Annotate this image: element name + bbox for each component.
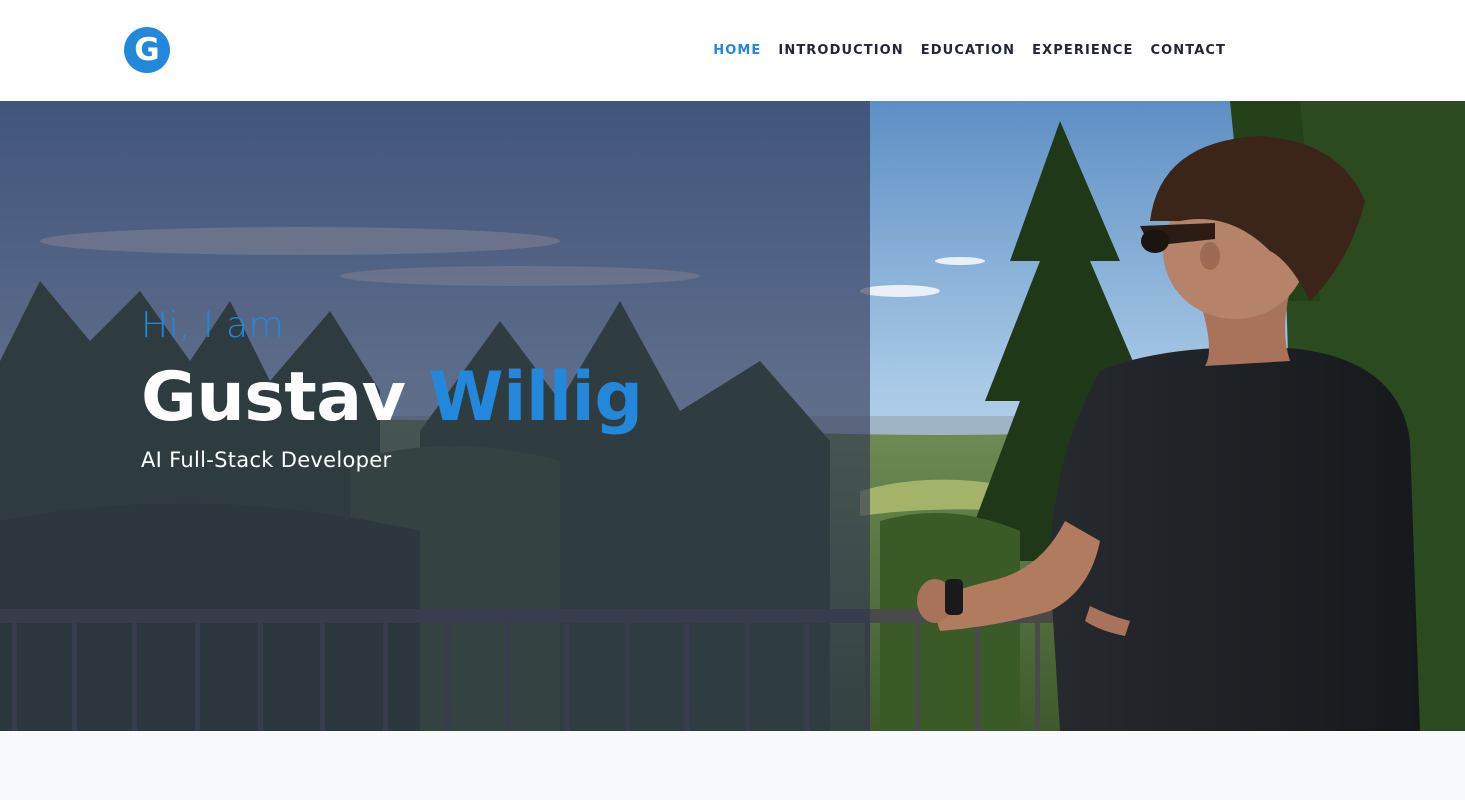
- site-header: G HOME INTRODUCTION EDUCATION EXPERIENCE…: [0, 0, 1465, 101]
- hero-last-name: Willig: [428, 358, 643, 437]
- nav-experience[interactable]: EXPERIENCE: [1032, 43, 1133, 58]
- hero-intro: Hi, I am Gustav Willig AI Full-Stack Dev…: [141, 304, 643, 474]
- hero-greeting: Hi, I am: [141, 305, 285, 346]
- nav-contact[interactable]: CONTACT: [1151, 43, 1227, 58]
- nav-home[interactable]: HOME: [713, 43, 761, 58]
- main-nav: HOME INTRODUCTION EDUCATION EXPERIENCE C…: [713, 40, 1226, 60]
- next-section-band: [0, 731, 1465, 800]
- hero-first-name: Gustav: [141, 358, 406, 437]
- logo[interactable]: G: [124, 27, 170, 73]
- nav-education[interactable]: EDUCATION: [921, 43, 1015, 58]
- hero-section: Hi, I am Gustav Willig AI Full-Stack Dev…: [0, 101, 1465, 731]
- hero-name: Gustav Willig: [141, 362, 643, 434]
- nav-introduction[interactable]: INTRODUCTION: [778, 43, 903, 58]
- logo-letter: G: [134, 31, 160, 68]
- hero-role: AI Full-Stack Developer: [141, 448, 392, 472]
